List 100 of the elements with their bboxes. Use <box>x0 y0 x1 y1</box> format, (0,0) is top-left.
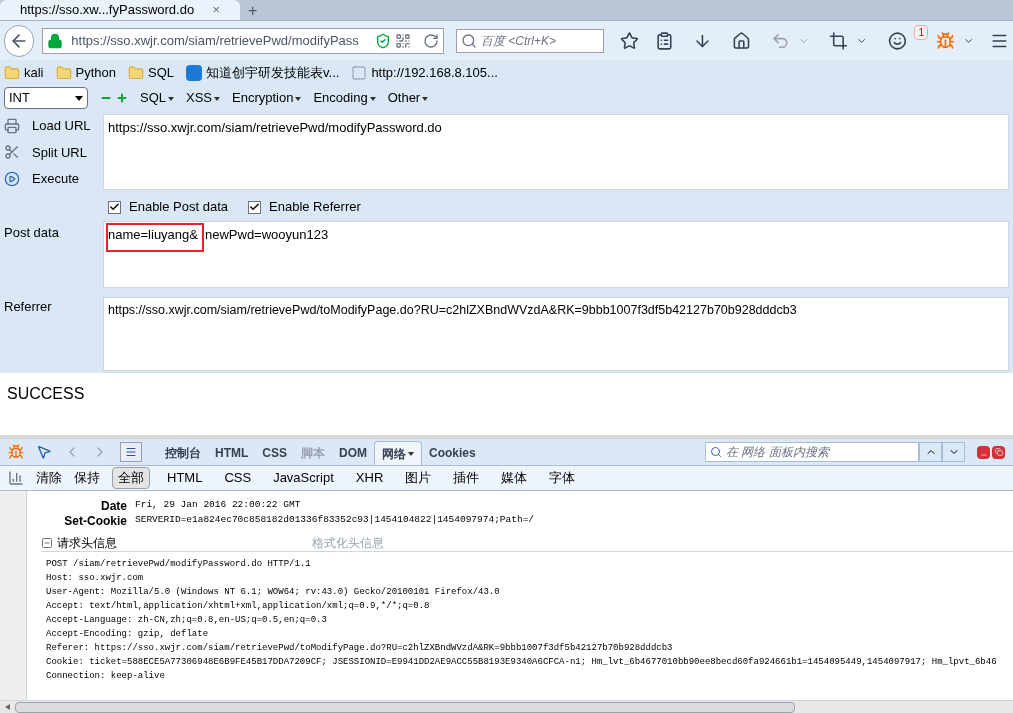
panel-search-field[interactable]: 在 网络 面板内搜索 <box>705 442 919 462</box>
caret-icon <box>408 451 414 456</box>
url-field[interactable]: https://sso.xwjr.com/siam/retrievePwd/modifyPassword.do <box>103 114 1009 190</box>
panel-action[interactable]: 保持 <box>74 468 100 488</box>
filter-tab[interactable]: 图片 <box>400 468 437 488</box>
caret-icon <box>75 95 83 101</box>
bookmark-star-icon[interactable] <box>619 30 639 51</box>
tab-close-button[interactable]: × <box>212 0 220 20</box>
hackbar-action[interactable]: Load URL <box>32 116 91 136</box>
folder-icon <box>55 65 72 81</box>
hackbar-action[interactable]: Split URL <box>32 142 87 162</box>
checkbox-label: Enable Referrer <box>269 198 361 217</box>
console-icon <box>125 446 137 458</box>
horizontal-scrollbar[interactable] <box>0 700 1013 713</box>
firebug-tab[interactable]: 控制台 <box>158 441 208 465</box>
detach-button[interactable] <box>992 445 1005 459</box>
page-icon <box>351 65 368 81</box>
minimize-button[interactable] <box>977 445 990 459</box>
home-icon[interactable] <box>732 30 752 51</box>
caret-icon <box>214 96 221 101</box>
shield-icon <box>374 32 391 49</box>
bookmark-item[interactable]: kali <box>24 63 44 83</box>
referrer-label: Referrer <box>3 298 53 316</box>
section-title[interactable]: 请求头信息 <box>57 534 312 552</box>
reading-list-icon[interactable] <box>654 30 674 51</box>
firebug-tab[interactable]: CSS <box>255 441 294 465</box>
site-logo-icon <box>186 65 202 81</box>
caret-icon <box>369 96 376 101</box>
bookmark-item[interactable]: 知道创宇研发技能表v... <box>206 63 340 83</box>
printer-icon <box>4 117 20 134</box>
request-header-line: Accept-Language: zh-CN,zh;q=0.8,en-US;q=0.5,en;q=0.3 <box>46 614 328 627</box>
folder-icon <box>4 65 20 81</box>
referrer-field[interactable]: https://sso.xwjr.com/siam/retrievePwd/toModifyPage.do?RU=c2hlZXBndWVzdA&RK=9bbb1007f3df5b42127b70b928dddcb3 <box>103 297 1009 371</box>
request-header-line: Cookie: ticket=588ECE5A77306948E6B9FE45B17DDA7209CF; JSESSIONID=E9941DD2AE9ACC55B8193E9340A6CFCA-n1; Hm_lvt_6b4677010bb90ee8becd60fa924661b1=1454095449,1454097917; Hm_lpvt_6b46 <box>46 656 998 669</box>
bookmark-item[interactable]: http://192.168.8.105... <box>371 63 498 83</box>
reload-icon[interactable] <box>422 32 439 49</box>
post-data-label: Post data <box>3 224 60 242</box>
previous-match-button[interactable] <box>919 442 942 462</box>
filter-tab[interactable]: HTML <box>162 468 208 488</box>
filter-tab[interactable]: 媒体 <box>496 468 533 488</box>
filter-tab[interactable]: XHR <box>350 468 389 488</box>
checkbox[interactable] <box>248 200 262 214</box>
lock-icon <box>47 32 64 49</box>
hackbar-menu[interactable]: SQL <box>140 88 174 108</box>
back-button[interactable] <box>4 24 35 57</box>
inspect-icon[interactable] <box>36 444 52 460</box>
bug-icon[interactable] <box>935 30 955 51</box>
next-match-button[interactable] <box>942 442 965 462</box>
request-header-line: Host: sso.xwjr.com <box>46 572 145 585</box>
folder-icon <box>128 65 144 81</box>
hackbar-action[interactable]: Execute <box>32 169 79 189</box>
filter-tab[interactable]: 全部 <box>112 467 150 489</box>
header-value: Fri, 29 Jan 2016 22:00:22 GMT <box>135 498 301 513</box>
notification-badge: 1 <box>914 25 928 40</box>
crop-icon[interactable] <box>829 30 849 51</box>
hackbar-menu[interactable]: Encoding <box>313 88 376 108</box>
hackbar-menu[interactable]: XSS <box>186 88 221 108</box>
plus-icon[interactable] <box>116 92 128 104</box>
request-header-line: Accept-Encoding: gzip, deflate <box>46 628 210 641</box>
hackbar-menu[interactable]: Encryption <box>232 88 302 108</box>
header-value: SERVERID=e1a824ec70c858182d01336f83352c93|1454104822|1454097974;Path=/ <box>135 513 535 528</box>
post-data-field[interactable]: name=liuyang& newPwd=wooyun123 <box>103 221 1009 288</box>
filter-tab[interactable]: JavaScript <box>268 468 339 488</box>
browser-tab[interactable]: https://sso.xw...fyPassword.do × <box>0 0 240 20</box>
result-text: SUCCESS <box>7 385 85 402</box>
search-field[interactable]: 百度 <Ctrl+K> <box>455 28 604 53</box>
checkbox[interactable] <box>108 200 121 214</box>
firebug-tab[interactable]: DOM <box>332 441 374 465</box>
detach-icon <box>994 448 1003 456</box>
bookmark-item[interactable]: Python <box>75 63 116 83</box>
scissors-icon <box>4 144 20 161</box>
request-header-line: User-Agent: Mozilla/5.0 (Windows NT 6.1; WOW64; rv:43.0) Gecko/20100101 Firefox/43.0 <box>46 586 501 599</box>
caret-icon <box>422 96 429 101</box>
firebug-icon[interactable] <box>8 444 24 460</box>
xhr-icon[interactable] <box>8 470 24 486</box>
request-header-line: Accept: text/html,application/xhtml+xml,application/xml;q=0.9,*/*;q=0.8 <box>46 600 431 613</box>
filter-tab[interactable]: CSS <box>219 468 257 488</box>
command-line-button[interactable] <box>120 442 142 462</box>
hackbar-menu[interactable]: Other <box>387 88 429 108</box>
search-icon <box>710 446 722 458</box>
header-name: Date <box>100 497 128 515</box>
type-select[interactable]: INT <box>4 87 88 109</box>
search-icon <box>460 32 477 49</box>
new-tab-button[interactable]: + <box>248 3 258 19</box>
scroll-left-icon[interactable] <box>5 704 10 710</box>
qr-code-icon <box>394 32 411 49</box>
caret-icon <box>295 96 302 101</box>
header-name: Set-Cookie <box>63 512 128 530</box>
firebug-tab[interactable]: 网络 <box>374 441 422 465</box>
address-bar[interactable]: https://sso.xwjr.com/siam/retrievePwd/modifyPass <box>42 27 444 54</box>
panel-action[interactable]: 清除 <box>36 468 62 488</box>
firebug-tab[interactable]: Cookies <box>422 441 483 465</box>
collapse-icon[interactable] <box>41 537 53 549</box>
firebug-tab[interactable]: HTML <box>208 441 256 465</box>
request-header-line: Connection: keep-alive <box>46 670 166 683</box>
bookmark-item[interactable]: SQL <box>148 63 174 83</box>
url-text: https://sso.xwjr.com/siam/retrievePwd/modifyPass <box>71 31 360 50</box>
filter-tab[interactable]: 字体 <box>544 468 581 488</box>
checkbox-label: Enable Post data <box>129 198 229 217</box>
filter-tab[interactable]: 插件 <box>448 468 485 488</box>
